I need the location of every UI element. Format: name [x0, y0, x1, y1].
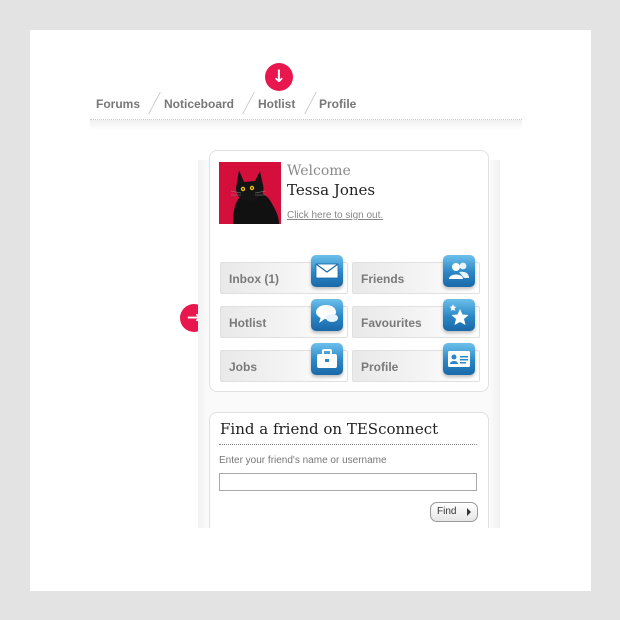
- find-friend-label: Enter your friend's name or username: [219, 455, 387, 466]
- speech-bubbles-icon: [311, 299, 343, 331]
- tile-jobs[interactable]: Jobs: [220, 343, 348, 382]
- arrow-down-icon: ↓: [265, 63, 293, 91]
- user-name: Tessa Jones: [287, 181, 376, 199]
- nav-separator: [242, 92, 255, 114]
- tile-inbox[interactable]: Inbox (1): [220, 255, 348, 294]
- nav-underline: [90, 119, 522, 130]
- stars-icon: [443, 299, 475, 331]
- find-friend-title: Find a friend on TESconnect: [220, 420, 439, 438]
- divider: [219, 444, 477, 445]
- briefcase-icon: [311, 343, 343, 375]
- tile-label: Profile: [361, 360, 399, 374]
- tile-hotlist[interactable]: Hotlist: [220, 299, 348, 338]
- sign-out-link[interactable]: Click here to sign out.: [287, 210, 383, 221]
- tile-label: Inbox (1): [229, 272, 279, 286]
- column-fade: [198, 528, 500, 548]
- tile-label: Jobs: [229, 360, 258, 374]
- nav-separator: [304, 92, 317, 114]
- nav-separator: [148, 92, 161, 114]
- people-icon: [443, 255, 475, 287]
- play-arrow-icon: [467, 508, 471, 516]
- top-nav: Forums Noticeboard Hotlist Profile: [90, 92, 522, 122]
- nav-item-hotlist[interactable]: Hotlist: [258, 97, 295, 111]
- nav-item-profile[interactable]: Profile: [319, 97, 356, 111]
- id-card-icon: [443, 343, 475, 375]
- find-button-label: Find: [437, 506, 457, 517]
- find-button[interactable]: Find: [430, 502, 478, 522]
- black-cat-avatar: [219, 162, 281, 226]
- tile-favourites[interactable]: Favourites: [352, 299, 480, 338]
- nav-item-noticeboard[interactable]: Noticeboard: [164, 97, 234, 111]
- tile-label: Favourites: [361, 316, 422, 330]
- nav-item-forums[interactable]: Forums: [96, 97, 140, 111]
- tile-friends[interactable]: Friends: [352, 255, 480, 294]
- avatar[interactable]: [219, 162, 281, 226]
- friend-search-input[interactable]: [219, 473, 477, 491]
- welcome-heading: Welcome: [287, 163, 351, 179]
- tile-label: Friends: [361, 272, 405, 286]
- tile-label: Hotlist: [229, 316, 267, 330]
- tile-profile[interactable]: Profile: [352, 343, 480, 382]
- envelope-icon: [311, 255, 343, 287]
